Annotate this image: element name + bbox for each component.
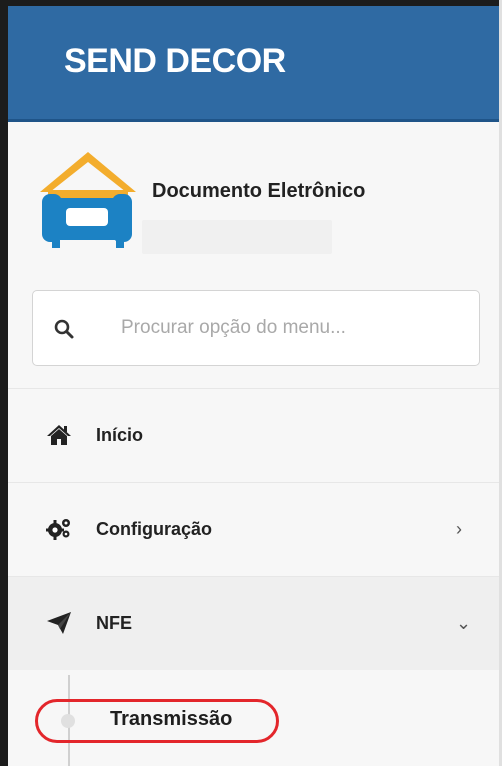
search-icon [54, 319, 74, 339]
sidebar-item-nfe[interactable]: NFE ⌄ [8, 576, 499, 670]
sidebar-item-label: Configuração [96, 519, 213, 539]
paper-plane-icon [47, 612, 71, 634]
company-subtitle-blurred [142, 220, 332, 254]
submenu-item-label[interactable]: Transmissão [110, 708, 232, 731]
company-name: Documento Eletrônico [152, 180, 366, 202]
chevron-right-icon: › [456, 519, 462, 539]
app-title: SEND DECOR [64, 42, 286, 80]
sidebar-item-configuracao[interactable]: Configuração › [8, 482, 499, 576]
search-input[interactable] [119, 291, 463, 365]
sidebar-item-label: NFE [96, 613, 132, 633]
app-header: SEND DECOR [8, 6, 499, 122]
chevron-down-icon: ⌄ [456, 613, 472, 633]
menu-search-box[interactable] [32, 290, 480, 366]
gears-icon [46, 519, 70, 540]
sidebar-item-inicio[interactable]: Início [8, 388, 499, 482]
armchair-house-logo-icon [40, 152, 136, 248]
sidebar-item-label: Início [96, 425, 144, 445]
window-frame-left [0, 0, 8, 766]
sidebar: Documento Eletrônico Início [8, 122, 499, 766]
home-icon [47, 425, 71, 445]
company-block: Documento Eletrônico [30, 142, 490, 254]
